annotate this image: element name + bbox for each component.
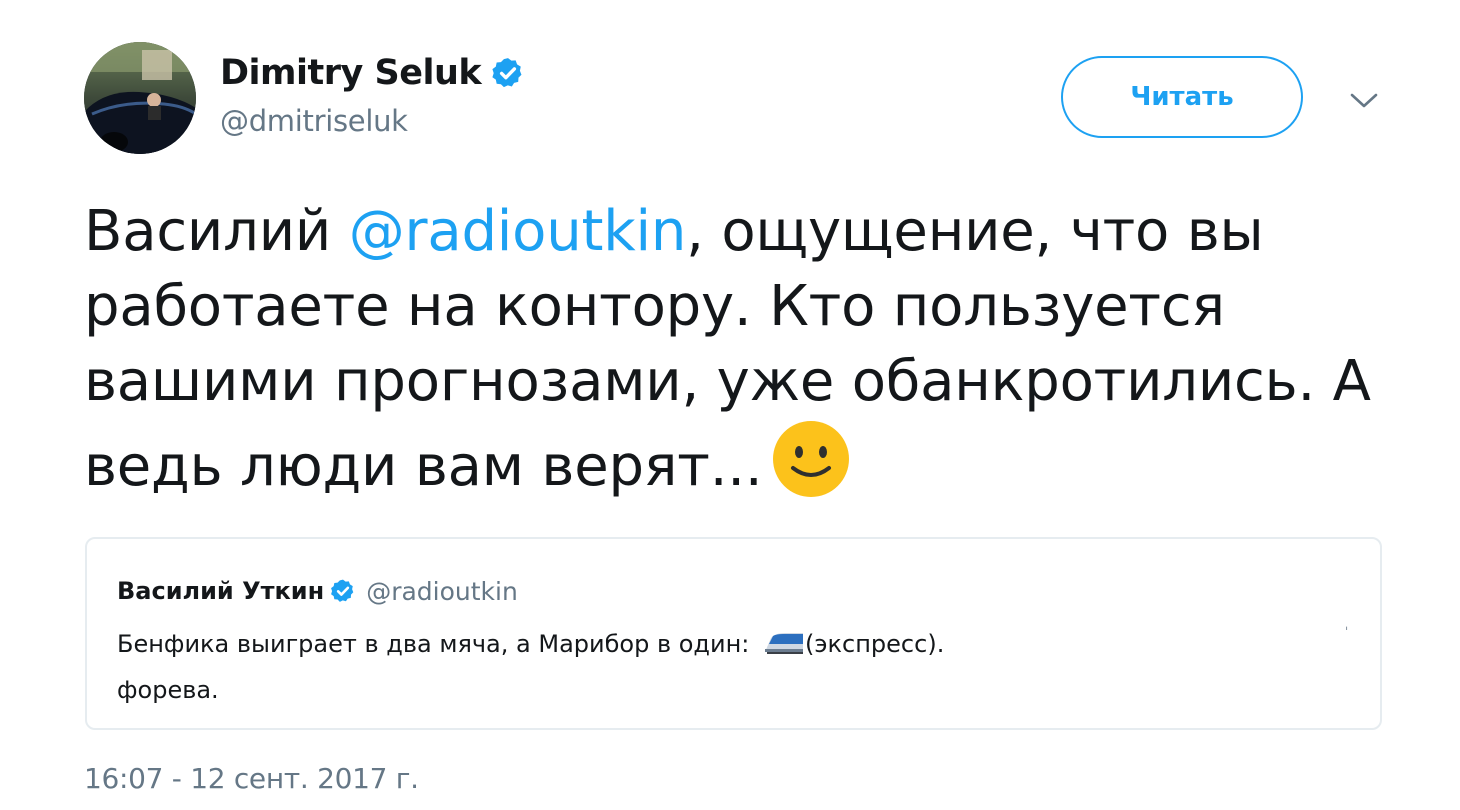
tweet-line-1-suffix: , ощущение, что вы <box>686 199 1264 264</box>
tweet-line-4-text: ведь люди вам верят... <box>84 434 763 499</box>
tweet-text-prefix: Василий <box>84 199 349 264</box>
follow-button[interactable]: Читать <box>1061 56 1303 138</box>
high-speed-train-icon <box>765 633 804 654</box>
author-handle[interactable]: @dmitriseluk <box>220 104 408 138</box>
quoted-tweet-body: Бенфика выиграет в два мяча, а Марибор в… <box>117 621 944 713</box>
chevron-down-icon[interactable] <box>1346 86 1382 116</box>
verified-badge-icon <box>492 58 522 88</box>
quoted-line-1-text: Бенфика выиграет в два мяча, а Марибор в… <box>117 630 758 658</box>
tweet-text: Василий @radioutkin, ощущение, что вы ра… <box>84 194 1404 504</box>
quoted-line-2: форева. <box>117 676 219 704</box>
tweet-line-4: ведь люди вам верят... <box>84 419 1404 504</box>
author-name-row[interactable]: Dimitry Seluk <box>220 50 525 96</box>
tweet-line-1: Василий @radioutkin, ощущение, что вы <box>84 194 1404 269</box>
tweet-line-3: вашими прогнозами, уже обанкротились. А <box>84 349 1371 414</box>
slightly-smiling-face-icon <box>772 421 849 497</box>
quoted-author-handle: @radioutkin <box>366 576 518 606</box>
author-name[interactable]: Dimitry Seluk <box>220 53 482 93</box>
quoted-tweet-card[interactable]: Василий Уткин @radioutkin Бенфика выигра… <box>85 537 1382 730</box>
scroll-indicator: ˈ <box>1345 625 1349 639</box>
quoted-tweet-header: Василий Уткин @radioutkin <box>117 573 518 609</box>
avatar-image <box>84 42 196 154</box>
author-avatar[interactable] <box>84 42 196 154</box>
quoted-line-1-suffix: (экспресс). <box>805 630 945 658</box>
verified-badge-icon <box>331 579 354 602</box>
tweet-line-2: работаете на контору. Кто пользуется <box>84 274 1225 339</box>
quoted-line-1: Бенфика выиграет в два мяча, а Марибор в… <box>117 621 944 667</box>
quoted-author-name: Василий Уткин <box>117 577 325 605</box>
tweet-timestamp[interactable]: 16:07 - 12 сент. 2017 г. <box>84 762 419 795</box>
mention-link[interactable]: @radioutkin <box>349 199 687 264</box>
